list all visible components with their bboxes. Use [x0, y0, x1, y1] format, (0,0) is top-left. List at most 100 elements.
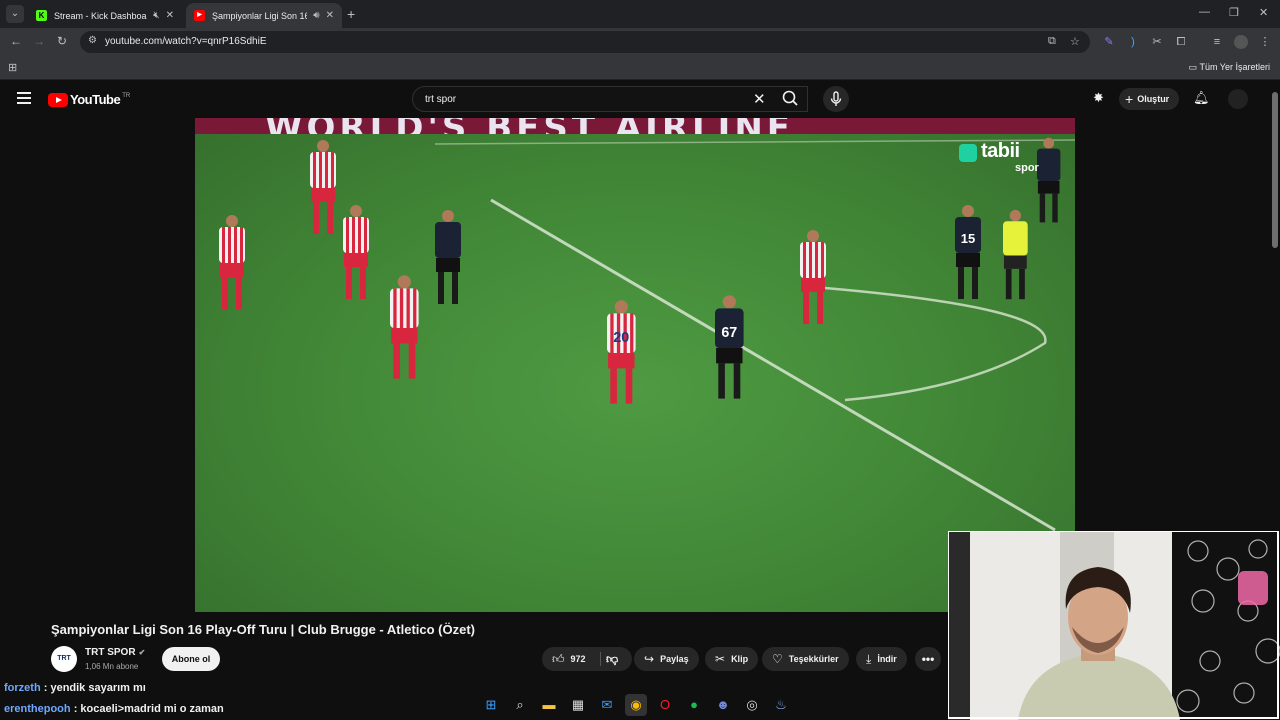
youtube-logo[interactable]: YouTube TR — [48, 92, 130, 107]
reload-icon[interactable]: ↻ — [57, 34, 67, 48]
back-icon[interactable]: ← — [10, 34, 22, 48]
referee — [1003, 209, 1028, 300]
extension-cast-icon[interactable]: ) — [1126, 35, 1140, 49]
kick-icon: K — [36, 10, 47, 21]
chat-username: forzeth — [4, 682, 41, 694]
logo-word: YouTube — [70, 92, 121, 107]
create-button[interactable]: + Oluştur — [1119, 88, 1179, 110]
tab-search-icon[interactable]: ⌄ — [6, 5, 24, 23]
install-icon[interactable]: ⧉ — [1048, 35, 1056, 48]
more-dots-icon: ••• — [921, 652, 935, 666]
subscriber-count: 1,06 Mn abone — [85, 662, 139, 671]
browser-menu-icon[interactable]: ⋮ — [1258, 35, 1272, 49]
players-layer: 20 67 15 — [219, 137, 1061, 404]
share-icon: ↪ — [644, 652, 655, 666]
clear-search-icon[interactable]: ✕ — [753, 90, 766, 108]
brugge-player: 67 — [715, 295, 744, 399]
tab-kick-dashboard[interactable]: K Stream - Kick Dashboard 🔇︎ ✕ — [28, 3, 182, 28]
apps-grid-icon[interactable]: ⊞ — [8, 61, 17, 74]
download-label: İndir — [877, 654, 897, 664]
brugge-player — [1037, 137, 1061, 223]
thanks-heart-icon: ♡ — [772, 652, 783, 666]
profile-avatar[interactable] — [1234, 35, 1248, 49]
download-icon: ⤓ — [866, 651, 872, 666]
like-icon[interactable]: 👍︎ — [552, 652, 565, 667]
forward-icon[interactable]: → — [33, 34, 45, 48]
browser-tab-strip: ⌄ K Stream - Kick Dashboard 🔇︎ ✕ ▶ Şampi… — [0, 0, 1280, 28]
jersey-number: 15 — [961, 231, 975, 246]
bookmark-star-icon[interactable]: ☆ — [1070, 35, 1080, 48]
steam-icon[interactable]: ♨ — [770, 694, 792, 716]
dislike-icon[interactable]: 👎︎ — [606, 652, 618, 667]
atletico-player — [310, 140, 336, 234]
channel-avatar[interactable]: TRT SPOR — [51, 646, 77, 688]
spotify-icon[interactable]: ● — [683, 694, 705, 716]
close-tab-icon[interactable]: ✕ — [166, 10, 174, 21]
windows-start-icon[interactable]: ⊞ — [480, 694, 502, 716]
more-actions-button[interactable]: ••• — [915, 647, 941, 671]
close-tab-icon[interactable]: ✕ — [326, 10, 334, 21]
search-input[interactable]: trt spor — [425, 94, 456, 105]
jersey-number: 67 — [721, 325, 737, 341]
chat-message: forzeth : yendik sayarım mı — [4, 682, 146, 694]
store-icon[interactable]: ▦ — [567, 694, 589, 716]
media-control-icon[interactable]: ≡ — [1210, 35, 1224, 49]
plus-icon: + — [1125, 91, 1134, 107]
brugge-player — [435, 210, 461, 304]
search-box[interactable]: trt spor ✕ — [412, 86, 808, 112]
opera-icon[interactable]: O — [654, 694, 676, 716]
all-bookmarks-folder[interactable]: ▭ Tüm Yer İşaretleri — [1189, 62, 1270, 73]
clip-button[interactable]: ✂ Klip — [705, 647, 759, 671]
obs-icon[interactable]: ◎ — [741, 694, 763, 716]
thanks-label: Teşekkürler — [788, 654, 839, 664]
search-icon[interactable]: ⌕ — [509, 694, 531, 716]
channel-name-text: TRT SPOR — [85, 647, 136, 658]
audio-playing-icon[interactable]: 🔊︎ — [313, 10, 319, 21]
address-bar[interactable]: ⚙ youtube.com/watch?v=qnrP16SdhiE ⧉ ☆ — [80, 31, 1090, 53]
chrome-icon[interactable]: ◉ — [625, 694, 647, 716]
watermark-brand: tabii — [981, 140, 1020, 162]
screen: { "browser": { "tabs": [ {"title": "Stre… — [0, 0, 1280, 720]
discord-icon[interactable]: ☻ — [712, 694, 734, 716]
like-dislike-group: 👍︎ 972 👎︎ — [542, 647, 632, 671]
menu-icon[interactable] — [17, 92, 31, 104]
site-info-icon[interactable]: ⚙ — [88, 35, 97, 46]
extension-pen-icon[interactable]: ✎ — [1102, 35, 1116, 49]
video-player[interactable]: WORLD'S BEST AIRLINE 206715 tabii spor — [195, 118, 1075, 612]
extension-tool-icon[interactable]: ✂ — [1150, 35, 1164, 49]
notifications-bell-icon[interactable]: 🔔︎ — [1193, 90, 1210, 106]
studio-sparkle-icon[interactable]: ✸ — [1093, 90, 1104, 106]
folder-icon: ▭ — [1188, 62, 1200, 72]
share-button[interactable]: ↪ Paylaş — [634, 647, 699, 671]
close-window-button[interactable]: ✕ — [1259, 6, 1268, 19]
tab-title: Şampiyonlar Ligi Son 16 Pl — [212, 10, 308, 21]
search-button[interactable] — [776, 86, 806, 112]
download-button[interactable]: ⤓ İndir — [856, 647, 907, 671]
restore-button[interactable]: ❐ — [1229, 6, 1239, 19]
extensions-puzzle-icon[interactable]: ⧠ — [1174, 35, 1188, 49]
chat-message: erenthepooh : kocaeli>madrid mi o zaman — [4, 703, 224, 715]
new-tab-button[interactable]: + — [347, 6, 355, 22]
scrollbar-thumb[interactable] — [1272, 92, 1278, 248]
outlook-icon[interactable]: ✉ — [596, 694, 618, 716]
subscribe-button[interactable]: Abone ol — [162, 647, 220, 671]
atletico-player — [343, 205, 369, 299]
account-avatar[interactable] — [1228, 89, 1248, 109]
like-count[interactable]: 972 — [571, 654, 586, 664]
taskbar: ⊞ ⌕ ▬ ▦ ✉ ◉ O ● ☻ ◎ ♨ — [480, 692, 792, 718]
scissors-icon: ✂ — [715, 652, 726, 666]
tab-youtube-video[interactable]: ▶ Şampiyonlar Ligi Son 16 Pl 🔊︎ ✕ — [186, 3, 342, 28]
youtube-header: YouTube TR trt spor ✕ ✸ + Oluştur 🔔︎ — [0, 80, 1280, 118]
all-bookmarks-label: Tüm Yer İşaretleri — [1199, 62, 1270, 72]
channel-name[interactable]: TRT SPOR ✔ — [85, 647, 145, 658]
create-label: Oluştur — [1137, 94, 1170, 104]
voice-search-button[interactable] — [823, 86, 849, 112]
youtube-icon: ▶ — [194, 10, 205, 21]
tabii-watermark: tabii spor — [959, 140, 1039, 174]
file-explorer-icon[interactable]: ▬ — [538, 694, 560, 716]
url-text[interactable]: youtube.com/watch?v=qnrP16SdhiE — [105, 36, 267, 47]
thanks-button[interactable]: ♡ Teşekkürler — [762, 647, 849, 671]
browser-toolbar: ← → ↻ ⚙ youtube.com/watch?v=qnrP16SdhiE … — [0, 28, 1280, 56]
muted-icon[interactable]: 🔇︎ — [153, 10, 159, 21]
minimize-button[interactable]: — — [1199, 6, 1210, 18]
